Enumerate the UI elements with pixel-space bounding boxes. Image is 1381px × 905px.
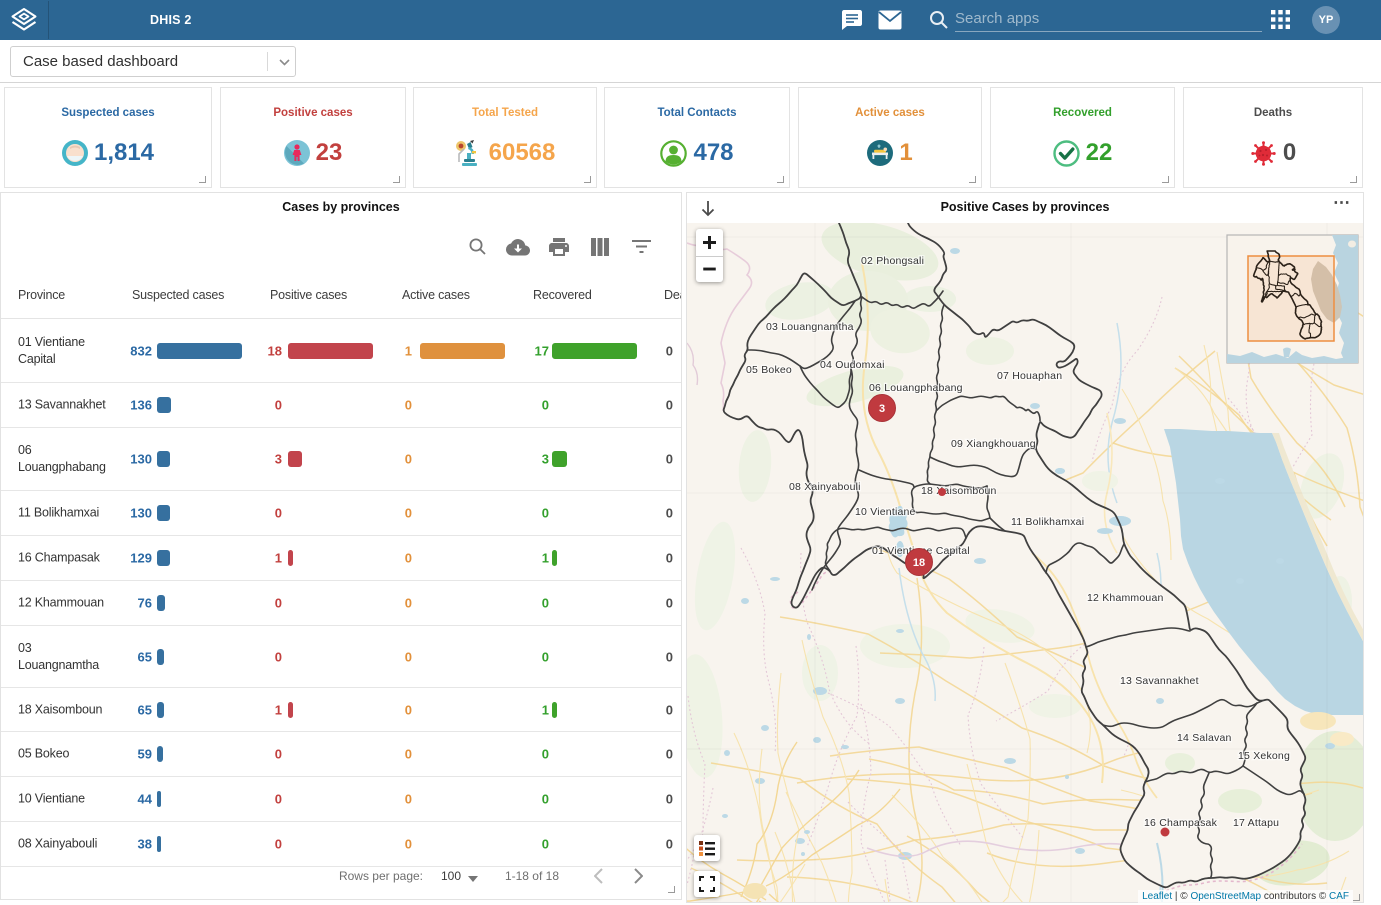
svg-text:06 Louangphabang: 06 Louangphabang xyxy=(869,382,963,394)
svg-text:10 Vientiane: 10 Vientiane xyxy=(855,506,916,518)
svg-text:05 Bokeo: 05 Bokeo xyxy=(746,364,792,376)
svg-text:15 Xekong: 15 Xekong xyxy=(1238,750,1290,762)
svg-text:09 Xiangkhouang: 09 Xiangkhouang xyxy=(951,438,1036,450)
svg-text:02 Phongsali: 02 Phongsali xyxy=(861,255,924,267)
svg-text:18: 18 xyxy=(913,557,925,569)
svg-text:14 Salavan: 14 Salavan xyxy=(1177,732,1232,744)
svg-text:04 Oudomxai: 04 Oudomxai xyxy=(820,359,885,371)
svg-text:13 Savannakhet: 13 Savannakhet xyxy=(1120,675,1199,687)
svg-text:07 Houaphan: 07 Houaphan xyxy=(997,370,1062,382)
svg-text:12 Khammouan: 12 Khammouan xyxy=(1087,592,1164,604)
svg-text:3: 3 xyxy=(879,403,885,415)
svg-text:11 Bolikhamxai: 11 Bolikhamxai xyxy=(1011,516,1084,528)
svg-text:08 Xainyabouli: 08 Xainyabouli xyxy=(789,481,861,493)
svg-text:03 Louangnamtha: 03 Louangnamtha xyxy=(766,321,854,333)
svg-text:16 Champasak: 16 Champasak xyxy=(1144,817,1218,829)
svg-text:18 Xaisomboun: 18 Xaisomboun xyxy=(921,485,997,497)
svg-text:17 Attapu: 17 Attapu xyxy=(1233,817,1279,829)
